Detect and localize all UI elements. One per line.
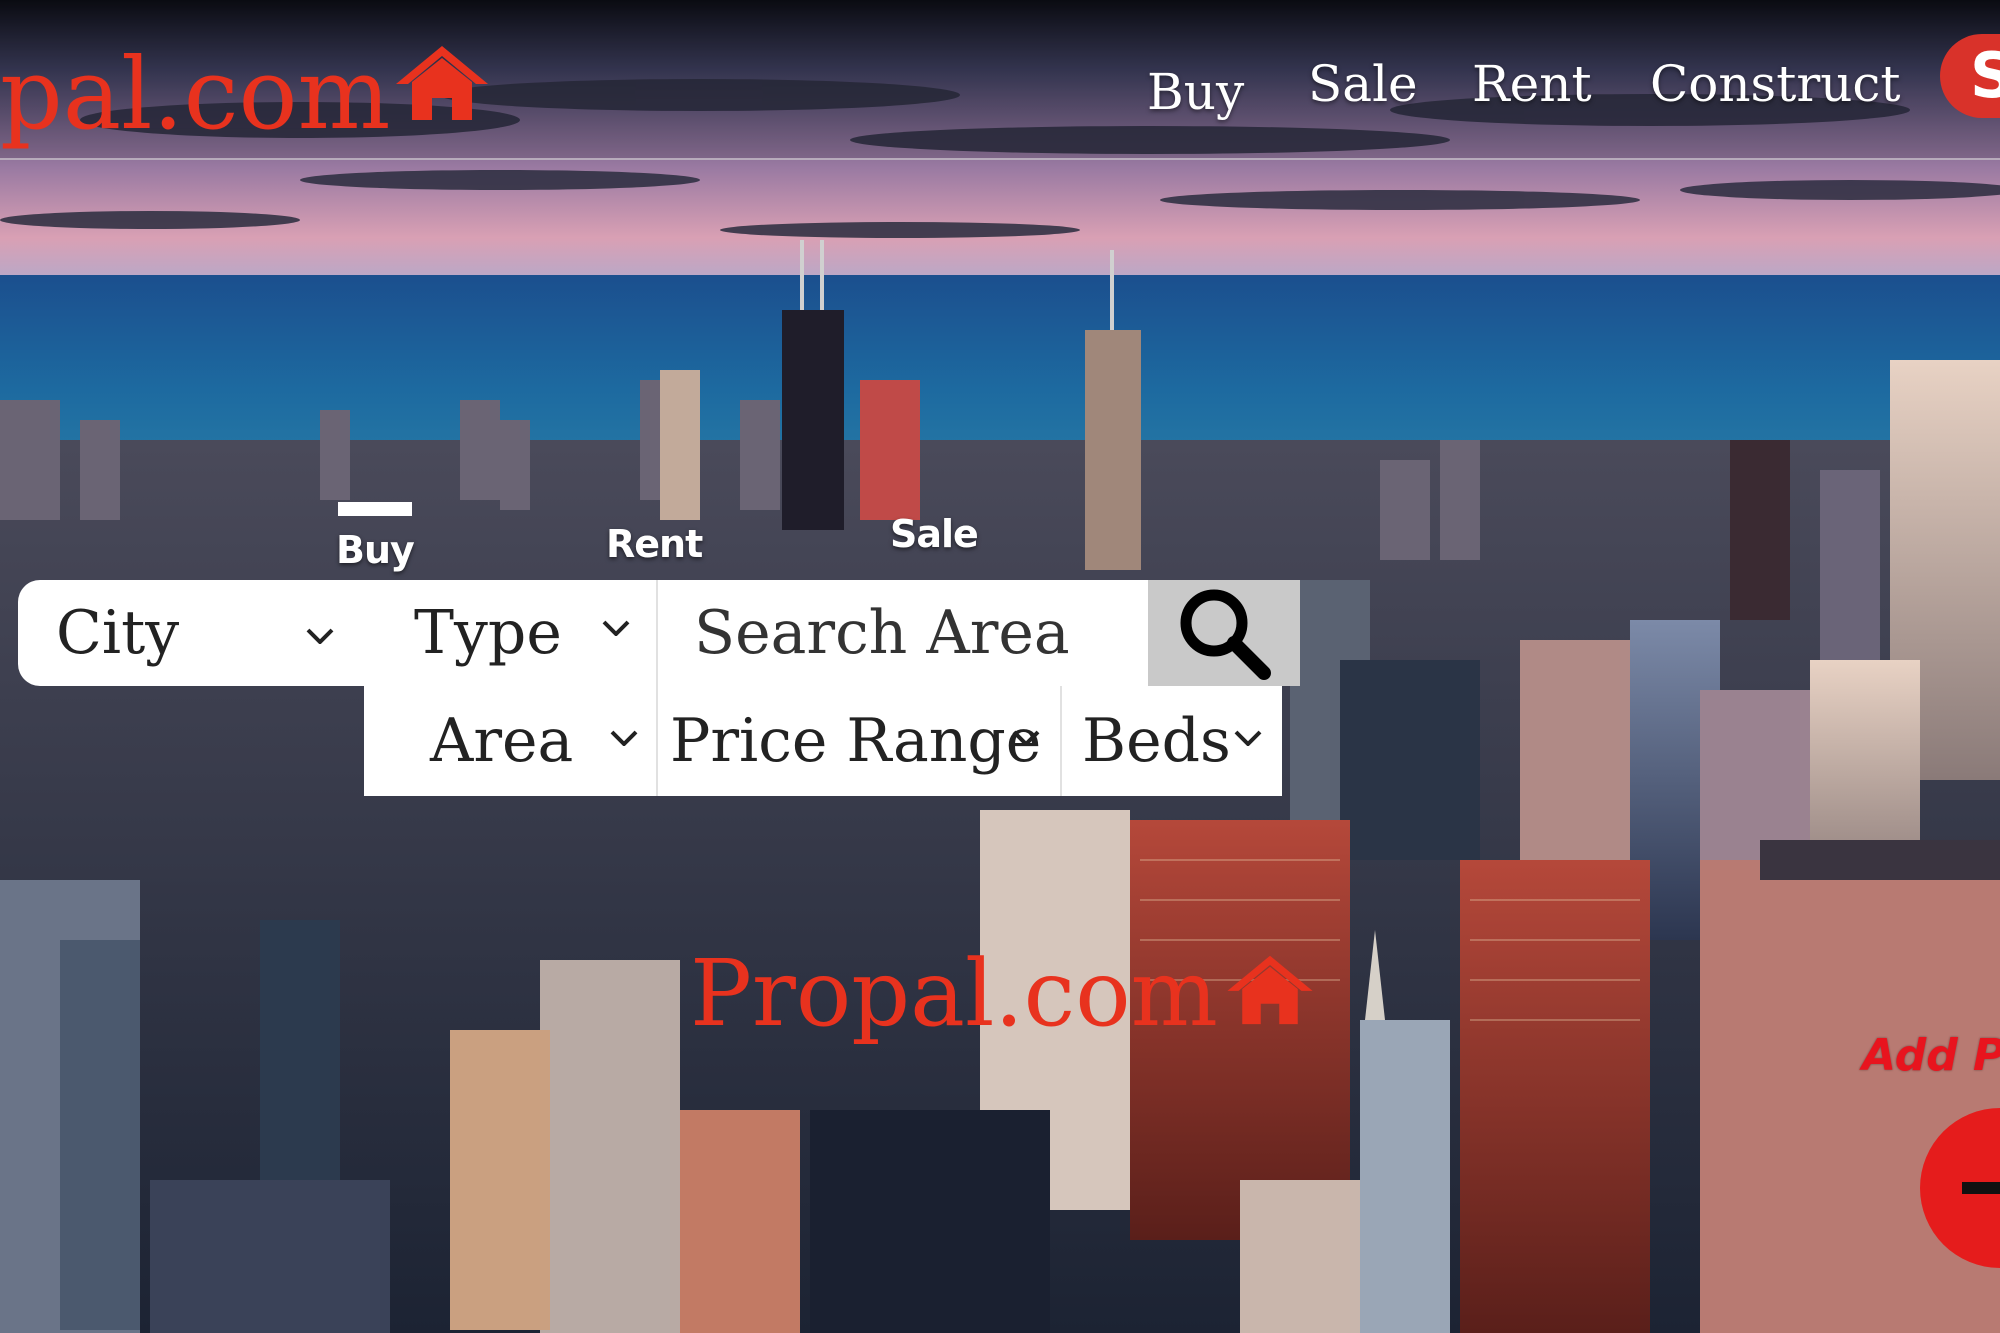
main-nav: Buy Sale Rent Construct <box>0 55 2000 125</box>
price-range-dropdown-label: Price Range <box>670 706 1042 776</box>
nav-sale-link[interactable]: Sale <box>1308 55 1418 113</box>
field-divider <box>656 580 658 686</box>
field-divider <box>1060 686 1062 796</box>
city-dropdown[interactable]: City <box>56 580 356 686</box>
search-row-primary: City Type <box>18 580 1300 686</box>
type-dropdown-label: Type <box>414 598 562 668</box>
center-brand-logo: Propal.com <box>690 948 1314 1040</box>
search-button[interactable] <box>1148 580 1300 686</box>
area-dropdown-label: Area <box>430 706 574 776</box>
city-dropdown-label: City <box>56 598 180 668</box>
beds-dropdown[interactable]: Beds <box>1082 686 1282 796</box>
nav-construct-link[interactable]: Construct <box>1650 55 1901 113</box>
search-icon <box>1180 589 1271 680</box>
tab-buy[interactable]: Buy <box>336 528 415 572</box>
beds-dropdown-label: Beds <box>1082 706 1231 776</box>
house-icon <box>1227 955 1313 1025</box>
chevron-down-icon <box>1012 730 1040 746</box>
type-dropdown[interactable]: Type <box>414 580 664 686</box>
chevron-down-icon <box>306 628 334 644</box>
active-tab-indicator <box>338 502 412 516</box>
price-range-dropdown[interactable]: Price Range <box>670 686 1060 796</box>
chevron-down-icon <box>1234 730 1262 746</box>
tab-sale[interactable]: Sale <box>890 512 979 556</box>
chevron-down-icon <box>602 620 630 636</box>
field-divider <box>656 686 658 796</box>
top-navigation-bar: pal.com Buy Sale Rent Construct S <box>0 0 2000 160</box>
center-logo-text: Propal.com <box>690 940 1218 1047</box>
add-property-label[interactable]: Add Pr <box>1862 1030 2000 1081</box>
search-area-input[interactable] <box>670 580 1140 686</box>
tab-rent[interactable]: Rent <box>606 522 703 566</box>
search-row-filters: Area Price Range Beds <box>364 686 1282 796</box>
area-dropdown[interactable]: Area <box>430 686 656 796</box>
nav-rent-link[interactable]: Rent <box>1472 55 1592 113</box>
minus-icon <box>1962 1182 2000 1194</box>
nav-buy-link[interactable]: Buy <box>1147 63 1244 121</box>
chevron-down-icon <box>610 730 638 746</box>
